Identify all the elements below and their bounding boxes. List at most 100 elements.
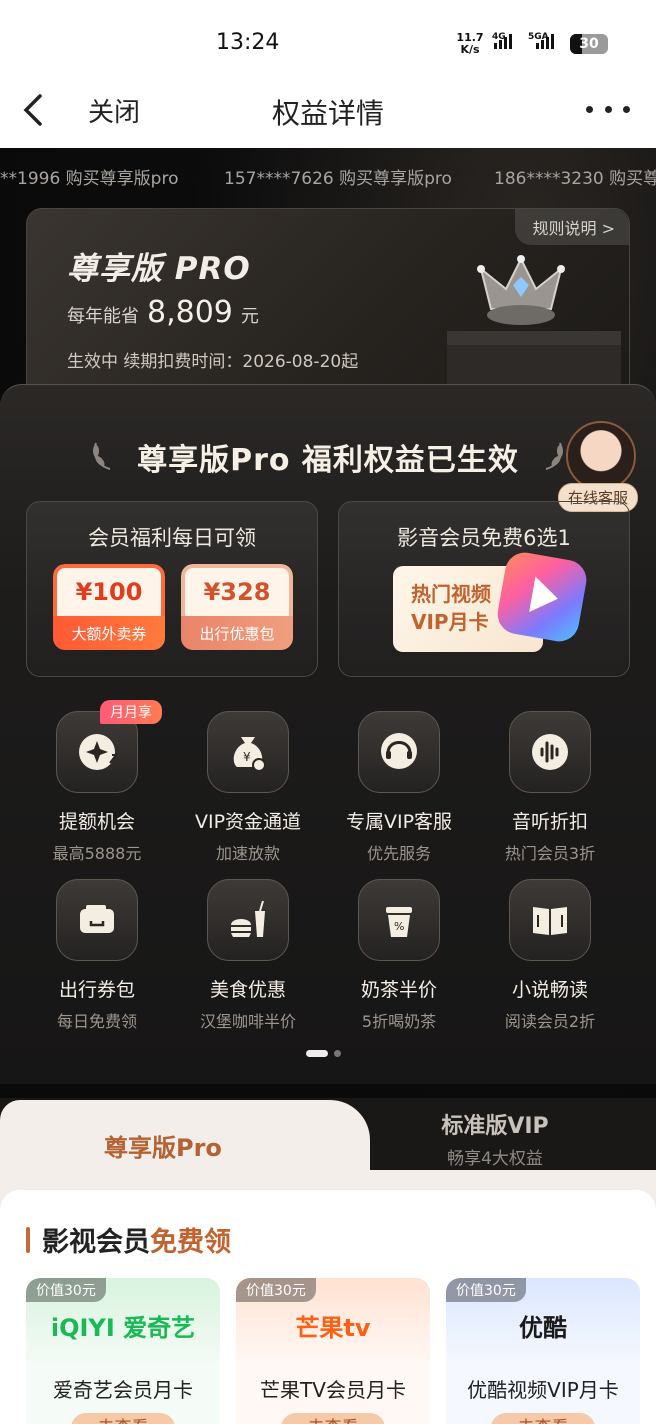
grid-item-sub: 优先服务 [366, 844, 431, 863]
grid-item-label: 提额机会 [58, 811, 135, 833]
nav-bar: 关闭 权益详情 [0, 80, 656, 148]
page-title: 权益详情 [271, 97, 384, 130]
youku-logo-area: 价值30元 优酷 [446, 1278, 640, 1364]
tab-label: 标准版VIP [441, 1114, 549, 1139]
media-member-title: 影音会员免费6选1 [397, 526, 571, 550]
card-name: 优酷视频VIP月卡 [467, 1378, 619, 1402]
pro-title: 尊享版 PRO [67, 251, 251, 287]
mangotv-logo: 芒果tv [295, 1314, 371, 1342]
iqiyi-logo-area: 价值30元 iQIYI 爱奇艺 [26, 1278, 220, 1364]
purchase-ticker: **1996 购买尊享版pro 157****7626 购买尊享版pro 186… [0, 164, 656, 190]
grid-item-label: 出行券包 [58, 979, 135, 1001]
grid-item-sub: 加速放款 [215, 844, 280, 863]
grid-item-sub: 汉堡咖啡半价 [199, 1012, 296, 1031]
svg-text:%: % [394, 920, 404, 933]
tab-label: 尊享版Pro [104, 1134, 222, 1162]
pro-membership-card: 规则说明 > 尊享版 PRO 每年能省 8,809 元 生效中 续期扣费时间：2… [26, 208, 630, 408]
milk-tea-icon: % [358, 879, 440, 961]
daily-welfare-box: 会员福利每日可领 ¥100 大额外卖券 ¥328 出行优惠包 [26, 501, 318, 677]
grid-item-vip-service[interactable]: 专属VIP客服 优先服务 [324, 711, 474, 864]
grid-item-label: 音听折扣 [511, 811, 588, 833]
grid-item-label: 美食优惠 [209, 979, 286, 1001]
customer-service-button[interactable]: 在线客服 [558, 421, 650, 512]
renewal-status: 生效中 续期扣费时间：2026-08-20起 [67, 352, 359, 372]
grid-item-label: 小说畅读 [511, 979, 588, 1001]
status-time: 13:24 [216, 30, 280, 55]
grid-item-vip-fund[interactable]: ¥ VIP资金通道 加速放款 [173, 711, 323, 864]
iqiyi-logo: iQIYI 爱奇艺 [50, 1314, 196, 1342]
close-button[interactable]: 关闭 [88, 92, 140, 129]
grid-item-label: 专属VIP客服 [345, 811, 453, 833]
tab-sublabel: 畅享4大权益 [447, 1149, 543, 1169]
grid-item-milk-tea[interactable]: % 奶茶半价 5折喝奶茶 [324, 879, 474, 1032]
lower-section: 影视会员免费领 价值30元 iQIYI 爱奇艺 爱奇艺会员月卡 去查看 价值30… [0, 1170, 656, 1424]
mangotv-card[interactable]: 价值30元 芒果tv 芒果TV会员月卡 去查看 [236, 1278, 430, 1424]
media-member-box[interactable]: 影音会员免费6选1 热门视频 VIP月卡 [338, 501, 630, 677]
grid-item-label: VIP资金通道 [194, 811, 302, 833]
grid-item-novel-reading[interactable]: 小说畅读 阅读会员2折 [475, 879, 625, 1032]
coupon-amount: ¥100 [53, 564, 165, 616]
mangotv-logo-area: 价值30元 芒果tv [236, 1278, 430, 1364]
money-bag-icon: ¥ [207, 711, 289, 793]
grid-item-audio-discount[interactable]: 音听折扣 热门会员3折 [475, 711, 625, 864]
grid-item-credit-boost[interactable]: 提额机会 最高5888元 [22, 711, 172, 864]
agent-avatar [566, 421, 636, 491]
savings-line: 每年能省 8,809 元 [67, 295, 259, 330]
hero-area: **1996 购买尊享版pro 157****7626 购买尊享版pro 186… [0, 148, 656, 1138]
video-member-card: 影视会员免费领 价值30元 iQIYI 爱奇艺 爱奇艺会员月卡 去查看 价值30… [0, 1190, 656, 1424]
worth-badge: 价值30元 [26, 1278, 106, 1302]
monthly-badge: 月月享 [100, 700, 162, 724]
ticker-item: 157****7626 购买尊享版pro [224, 169, 452, 189]
svg-text:¥: ¥ [243, 750, 251, 764]
view-button[interactable]: 去查看 [71, 1413, 175, 1424]
daily-welfare-title: 会员福利每日可领 [88, 526, 256, 550]
play-icon [494, 549, 590, 645]
view-button[interactable]: 去查看 [491, 1413, 595, 1424]
section-title-bar [26, 1226, 30, 1253]
net-speed: 11.7 K/s [456, 31, 484, 56]
view-button[interactable]: 去查看 [281, 1413, 385, 1424]
iqiyi-card[interactable]: 价值30元 iQIYI 爱奇艺 爱奇艺会员月卡 去查看 [26, 1278, 220, 1424]
burger-drink-icon [207, 879, 289, 961]
benefit-panel: 尊享版Pro 福利权益已生效 在线客服 会员福利每日可领 ¥100 大额外卖券 … [0, 384, 656, 1084]
savings-amount: 8,809 [147, 295, 233, 330]
pager-dots[interactable] [306, 1050, 341, 1057]
card-name: 芒果TV会员月卡 [260, 1378, 406, 1402]
ticker-item: 186****3230 购买尊 [494, 169, 656, 189]
worth-badge: 价值30元 [446, 1278, 526, 1302]
book-icon [509, 879, 591, 961]
signal-icon [494, 34, 512, 49]
status-bar: 13:24 11.7 K/s 4G 5GA 30 [0, 0, 656, 80]
youku-logo: 优酷 [519, 1314, 567, 1342]
sound-wave-icon [509, 711, 591, 793]
back-arrow-icon[interactable] [16, 90, 56, 130]
card-name: 爱奇艺会员月卡 [53, 1378, 193, 1402]
worth-badge: 价值30元 [236, 1278, 316, 1302]
grid-item-sub: 热门会员3折 [504, 844, 596, 863]
grid-item-travel-pack[interactable]: 出行券包 每日免费领 [22, 879, 172, 1032]
more-menu-icon[interactable] [586, 94, 630, 124]
savings-prefix: 每年能省 [67, 306, 139, 327]
coupon-label: 出行优惠包 [181, 616, 293, 650]
youku-card[interactable]: 价值30元 优酷 优酷视频VIP月卡 去查看 [446, 1278, 640, 1424]
savings-unit: 元 [240, 306, 259, 327]
coupon-amount: ¥328 [181, 564, 293, 616]
grid-item-sub: 每日免费领 [56, 1012, 137, 1031]
section-title-text: 影视会员 [42, 1227, 150, 1258]
travel-coupon[interactable]: ¥328 出行优惠包 [181, 564, 293, 650]
section-title: 影视会员免费领 [26, 1220, 231, 1259]
ticket-icon [56, 879, 138, 961]
grid-item-food-deal[interactable]: 美食优惠 汉堡咖啡半价 [173, 879, 323, 1032]
ticker-item: **1996 购买尊享版pro [0, 169, 179, 189]
grid-item-sub: 5折喝奶茶 [361, 1012, 437, 1031]
headset-icon [358, 711, 440, 793]
section-title-highlight: 免费领 [150, 1227, 231, 1258]
tab-standard-vip[interactable]: 标准版VIP 畅享4大权益 [380, 1108, 610, 1169]
battery-icon: 30 [570, 34, 608, 54]
grid-item-sub: 最高5888元 [52, 844, 142, 863]
grid-item-sub: 阅读会员2折 [504, 1012, 596, 1031]
grid-item-label: 奶茶半价 [360, 979, 437, 1001]
signal-icon-2 [536, 34, 554, 49]
takeout-coupon[interactable]: ¥100 大额外卖券 [53, 564, 165, 650]
crown-icon [447, 255, 621, 407]
